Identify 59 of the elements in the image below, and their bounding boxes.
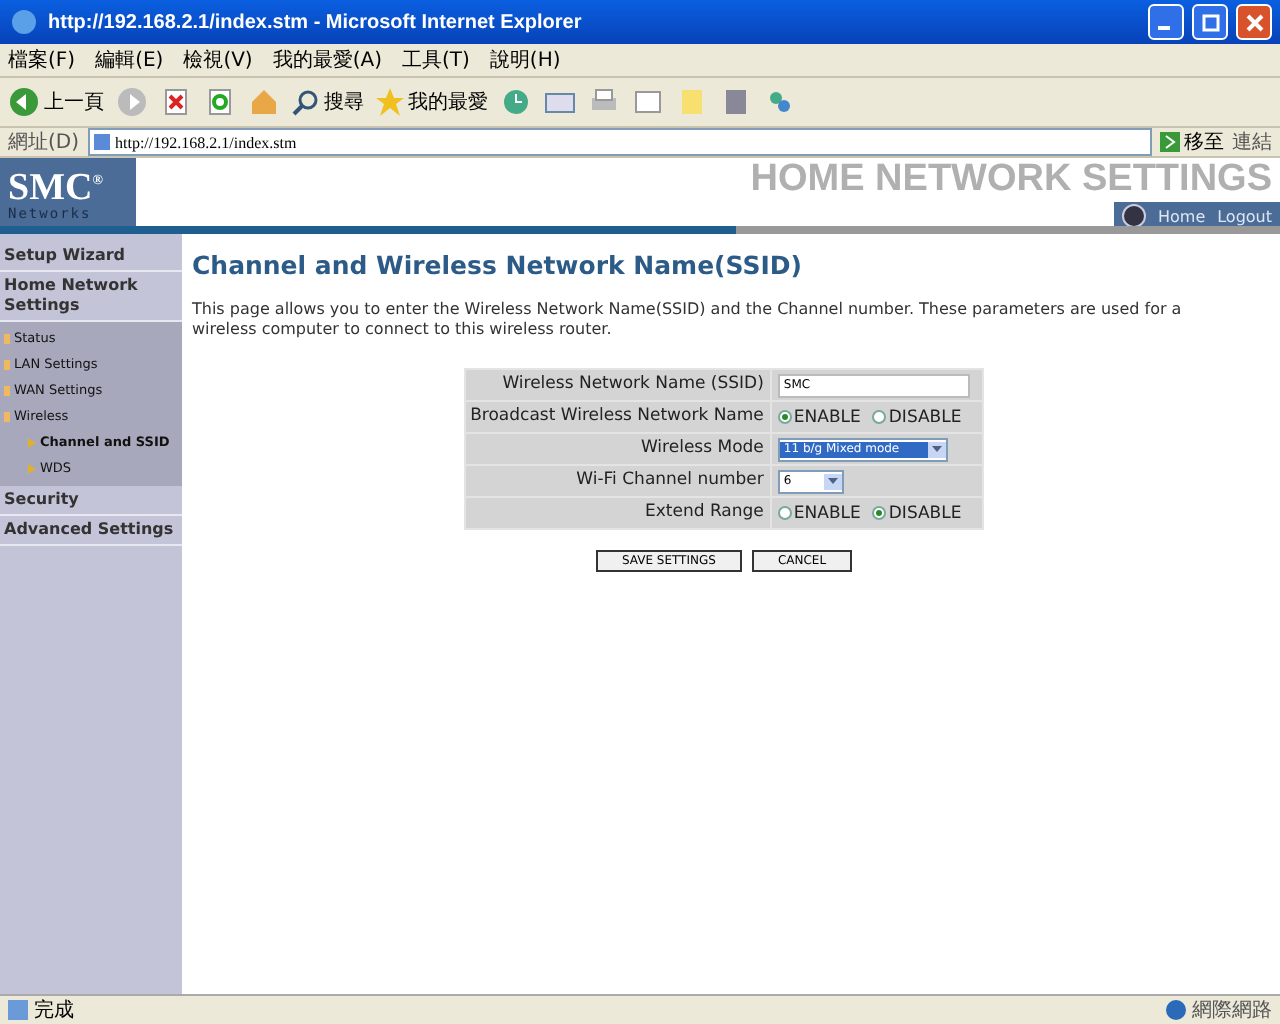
caret-icon xyxy=(827,478,838,484)
stop-icon[interactable] xyxy=(160,86,192,118)
description: This page allows you to enter the Wireless Network Name(SSID) and the Channel number. These parameters are used for a wireless computer to connect to this wireless router. xyxy=(192,300,1184,340)
favorites-button[interactable]: 我的最愛 xyxy=(376,88,488,116)
maximize-icon xyxy=(1201,13,1219,31)
globe-icon xyxy=(1121,204,1146,228)
refresh-icon[interactable] xyxy=(204,86,236,118)
menu-item[interactable]: 檢視(V) xyxy=(183,46,253,74)
minimize-button[interactable] xyxy=(1148,4,1184,40)
back-button[interactable]: 上一頁 xyxy=(8,86,104,118)
radio-option[interactable]: ENABLE xyxy=(777,503,861,523)
field-label: Extend Range xyxy=(466,498,770,528)
search-button[interactable]: 搜尋 xyxy=(292,88,364,116)
page-title: Channel and Wireless Network Name(SSID) xyxy=(192,250,804,280)
radio-option[interactable]: DISABLE xyxy=(872,407,962,427)
bullet-icon xyxy=(4,386,10,396)
search-icon xyxy=(292,88,320,116)
nav-link[interactable]: Logout xyxy=(1217,207,1272,225)
caret-icon xyxy=(931,446,942,452)
nav-section[interactable]: Setup Wizard xyxy=(0,242,182,272)
nav-section[interactable]: Security xyxy=(0,486,182,516)
nav-link[interactable]: Home xyxy=(1157,207,1206,225)
menu-item[interactable]: 說明(H) xyxy=(489,46,561,74)
zone-text: 網際網路 xyxy=(1192,998,1272,1024)
go-arrow-icon xyxy=(1160,132,1180,152)
field-label: Wireless Mode xyxy=(466,434,770,464)
menu-item[interactable]: 工具(T) xyxy=(402,46,470,74)
window-title: http://192.168.2.1/index.stm - Microsoft Internet Explorer xyxy=(48,11,584,33)
arrow-icon xyxy=(28,464,36,474)
radio-option[interactable]: DISABLE xyxy=(872,503,962,523)
address-label: 網址(D) xyxy=(8,129,80,156)
address-field[interactable]: http://192.168.2.1/index.stm xyxy=(87,128,1152,156)
globe-icon xyxy=(1166,1000,1186,1020)
forward-icon[interactable] xyxy=(116,86,148,118)
menu-item[interactable]: 我的最愛(A) xyxy=(272,46,382,74)
links-button[interactable]: 連結 xyxy=(1232,128,1272,156)
go-button[interactable]: 移至 xyxy=(1160,128,1224,156)
bullet-icon xyxy=(4,412,10,422)
close-button[interactable] xyxy=(1236,4,1272,40)
arrow-icon xyxy=(28,438,36,448)
page-banner-title: HOME NETWORK SETTINGS xyxy=(750,158,1274,202)
field-label: Wireless Network Name (SSID) xyxy=(466,370,770,400)
menu-item[interactable]: 編輯(E) xyxy=(95,46,164,74)
star-icon xyxy=(376,88,404,116)
field-label: Broadcast Wireless Network Name xyxy=(466,402,770,432)
page-icon xyxy=(93,134,110,150)
page-icon xyxy=(8,1000,28,1020)
menu-item[interactable]: 檔案(F) xyxy=(8,46,76,74)
bullet-icon xyxy=(4,360,10,370)
bullet-icon xyxy=(4,334,10,344)
radio-option[interactable]: ENABLE xyxy=(777,407,861,427)
nav-section[interactable]: Advanced Settings xyxy=(0,516,182,546)
status-text: 完成 xyxy=(34,997,76,1024)
maximize-button[interactable] xyxy=(1192,4,1228,40)
history-icon[interactable] xyxy=(500,86,532,118)
field-label: Wi-Fi Channel number xyxy=(466,466,770,496)
home-icon[interactable] xyxy=(248,86,280,118)
back-icon xyxy=(8,86,40,118)
close-icon xyxy=(1245,13,1263,31)
